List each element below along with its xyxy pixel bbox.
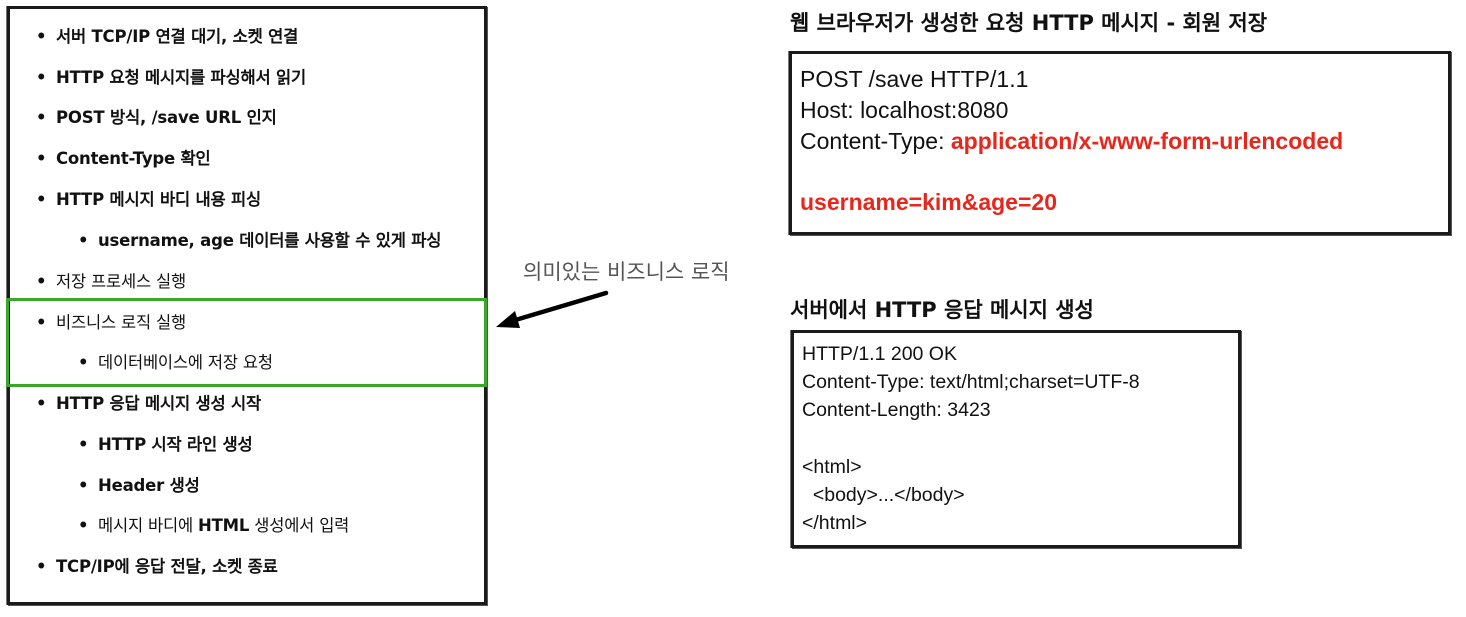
response-body-line: <html> (802, 456, 862, 478)
substep-item: • Header 생성 (78, 472, 200, 496)
bullet: • (78, 435, 89, 454)
step-item: • HTTP 응답 메시지 생성 시작 (36, 390, 261, 414)
bullet: • (36, 68, 47, 87)
response-content-length: Content-Length: 3423 (802, 399, 991, 421)
substep-item: • username, age 데이터를 사용할 수 있게 파싱 (78, 227, 441, 251)
step-item: • 저장 프로세스 실행 (36, 268, 186, 292)
request-line: POST /save HTTP/1.1 (800, 66, 1029, 92)
step-item: • 서버 TCP/IP 연결 대기, 소켓 연결 (36, 23, 298, 47)
substep-item: • HTTP 시작 라인 생성 (78, 431, 253, 455)
step-text: 메시지 바디에 (98, 516, 198, 535)
response-title-bold: HTTP (874, 298, 937, 322)
bullet: • (36, 557, 47, 576)
response-status-line: HTTP/1.1 200 OK (802, 343, 957, 365)
bullet: • (36, 190, 47, 209)
response-body-line: <body>...</body> (802, 484, 965, 506)
step-text: HTTP 요청 메시지를 파싱해서 읽기 (56, 68, 306, 87)
bullet: • (36, 272, 47, 291)
step-item: • Content-Type 확인 (36, 145, 211, 169)
response-content-type: Content-Type: text/html;charset=UTF-8 (802, 371, 1140, 393)
step-text: POST 방식, /save URL 인지 (56, 108, 277, 127)
bullet: • (78, 476, 89, 495)
arrow-label: 의미있는 비즈니스 로직 (523, 260, 730, 284)
request-content-type: Content-Type: application/x-www-form-url… (800, 128, 1343, 155)
bullet: • (78, 516, 89, 535)
substep-item: • 메시지 바디에 HTML 생성에서 입력 (78, 512, 349, 536)
request-title: 웹 브라우저가 생성한 요청 HTTP 메시지 - 회원 저장 (790, 11, 1268, 35)
step-item: • TCP/IP에 응답 전달, 소켓 종료 (36, 553, 278, 577)
step-text: username, age 데이터를 사용할 수 있게 파싱 (98, 231, 442, 250)
step-text: Header 생성 (98, 476, 200, 495)
content-type-label: Content-Type: (800, 128, 951, 154)
content-type-value: application/x-www-form-urlencoded (950, 128, 1344, 154)
step-item: • HTTP 메시지 바디 내용 피싱 (36, 186, 261, 210)
bullet: • (36, 149, 47, 168)
bullet: • (36, 394, 47, 413)
step-text: 저장 프로세스 실행 (56, 272, 186, 291)
http-response-box: HTTP/1.1 200 OK Content-Type: text/html;… (791, 330, 1241, 548)
response-title: 서버에서 HTTP 응답 메시지 생성 (790, 294, 1094, 324)
step-text: HTTP 응답 메시지 생성 시작 (56, 394, 261, 413)
step-text: HTTP 메시지 바디 내용 피싱 (56, 190, 261, 209)
step-text-bold: HTML (197, 516, 250, 535)
step-item: • POST 방식, /save URL 인지 (36, 104, 277, 128)
response-body-line: </html> (802, 512, 868, 534)
step-item: • HTTP 요청 메시지를 파싱해서 읽기 (36, 64, 306, 88)
pointer-arrow-icon (496, 290, 609, 328)
bullet: • (36, 27, 47, 46)
business-logic-highlight (6, 298, 487, 387)
http-request-box: POST /save HTTP/1.1 Host: localhost:8080… (789, 51, 1451, 235)
response-title-before: 서버에서 (790, 298, 875, 322)
step-text: 서버 TCP/IP 연결 대기, 소켓 연결 (56, 27, 299, 46)
step-text: HTTP 시작 라인 생성 (98, 435, 253, 454)
request-host: Host: localhost:8080 (800, 97, 1009, 123)
bullet: • (78, 231, 89, 250)
step-text: Content-Type 확인 (56, 149, 211, 168)
response-title-after: 응답 메시지 생성 (936, 298, 1094, 322)
step-text: TCP/IP에 응답 전달, 소켓 종료 (56, 557, 278, 576)
request-body: username=kim&age=20 (800, 189, 1057, 215)
step-text: 생성에서 입력 (249, 516, 350, 535)
bullet: • (36, 108, 47, 127)
